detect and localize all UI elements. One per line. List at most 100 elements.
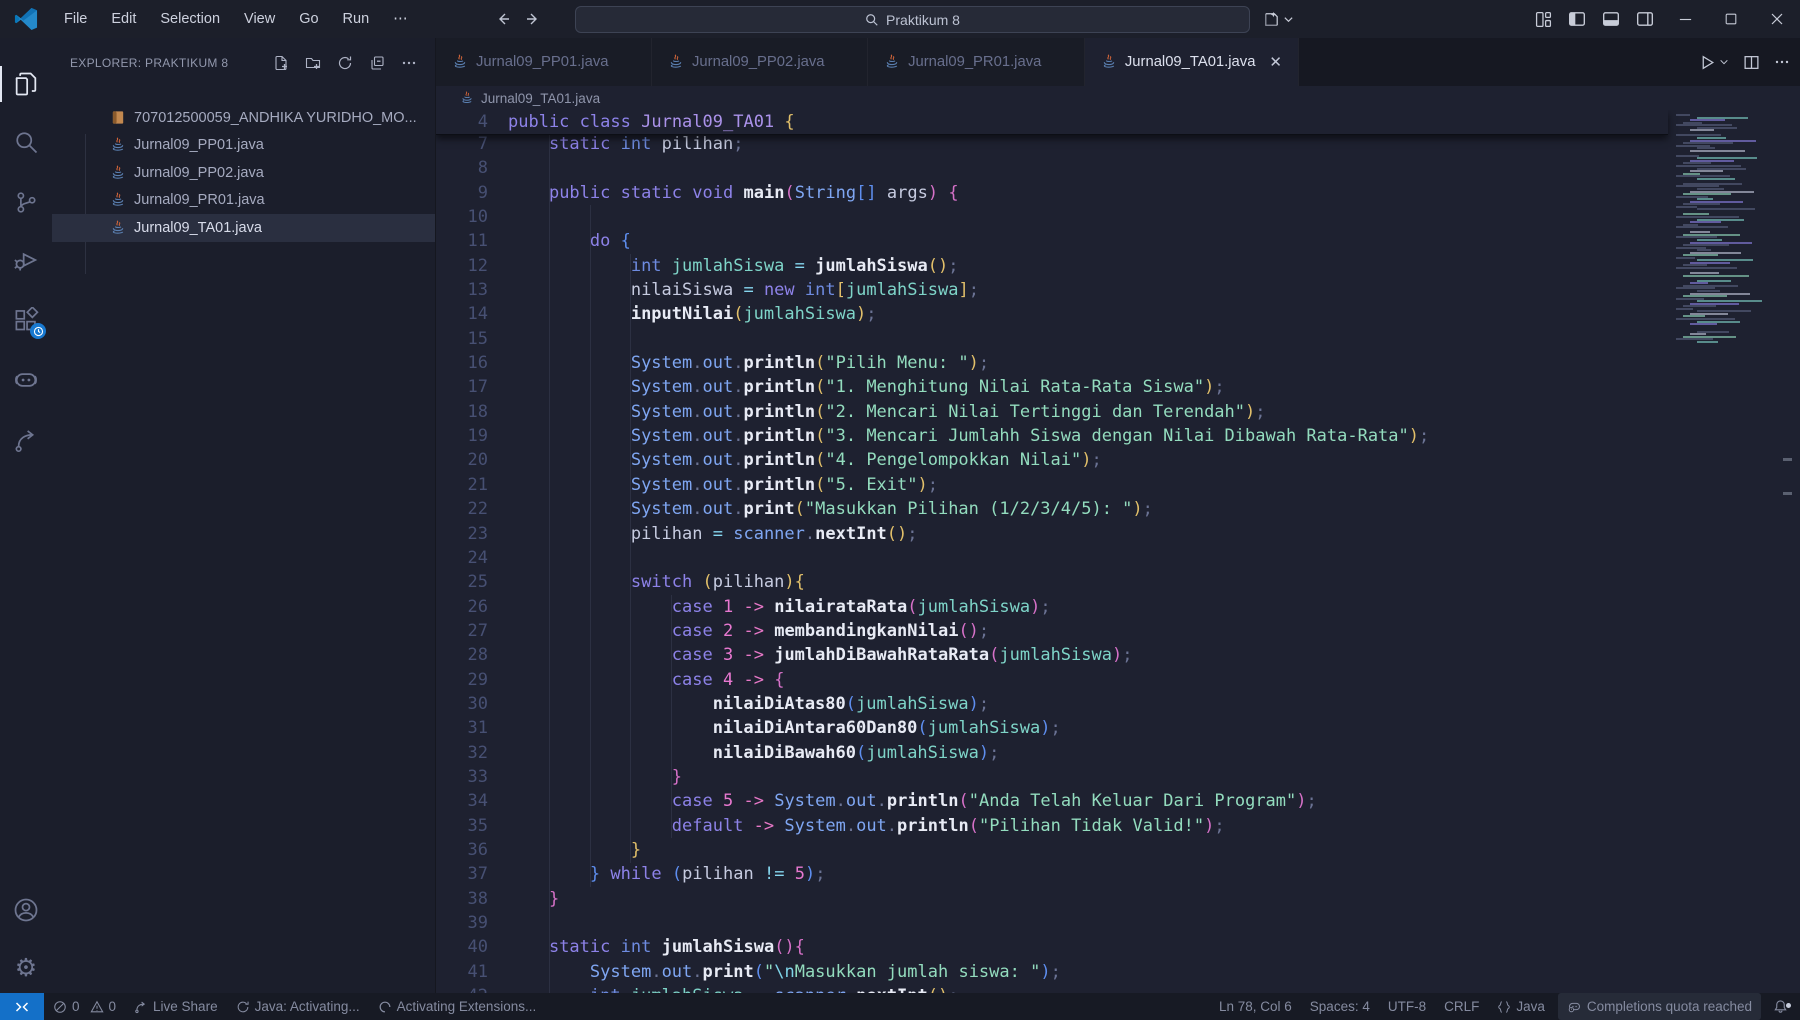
customize-layout-icon[interactable] [1526, 0, 1560, 38]
back-arrow-icon[interactable] [495, 11, 511, 27]
minimize-button[interactable] [1662, 0, 1708, 38]
close-tab-icon[interactable]: ✕ [1269, 53, 1282, 71]
toggle-panel-icon[interactable] [1594, 0, 1628, 38]
overview-ruler[interactable] [1778, 110, 1800, 993]
line-number: 7 [436, 132, 488, 156]
file-row[interactable]: Jurnal09_PP01.java [52, 132, 435, 160]
menu-item[interactable]: ⋯ [381, 7, 420, 31]
settings-gear-icon[interactable]: ⚙ [0, 943, 52, 991]
explorer-title: EXPLORER: PRAKTIKUM 8 [70, 56, 228, 70]
menu-item[interactable]: File [52, 7, 99, 31]
file-row[interactable]: Jurnal09_PP02.java [52, 159, 435, 187]
activity-bar: ⚙ [0, 38, 52, 993]
collapse-folders-icon[interactable] [365, 51, 389, 75]
code-line: 38 } [436, 887, 1800, 911]
forward-arrow-icon[interactable] [525, 11, 541, 27]
line-number: 17 [436, 375, 488, 399]
run-debug-icon[interactable] [0, 236, 52, 284]
editor-more-actions-icon[interactable] [1774, 54, 1790, 70]
editor-tab[interactable]: Jurnal09_PP02.java ✕ [652, 38, 868, 86]
breadcrumb-file: Jurnal09_TA01.java [481, 91, 600, 106]
toggle-primary-sidebar-icon[interactable] [1560, 0, 1594, 38]
loading-spinner-icon [378, 1000, 392, 1014]
java-status[interactable]: Java: Activating... [227, 993, 369, 1020]
java-file-icon [460, 91, 474, 105]
new-file-icon[interactable] [269, 51, 293, 75]
refresh-explorer-icon[interactable] [333, 51, 357, 75]
code-line: 29 case 4 -> { [436, 668, 1800, 692]
editor-area: Jurnal09_PP01.java ✕ Jurnal09_PP02.java … [436, 38, 1800, 993]
line-number: 36 [436, 838, 488, 862]
accounts-icon[interactable] [0, 886, 52, 934]
eol-status[interactable]: CRLF [1435, 993, 1488, 1020]
explorer-icon[interactable] [0, 60, 52, 108]
remote-indicator[interactable] [0, 993, 44, 1020]
problems-status[interactable]: 0 0 [44, 993, 125, 1020]
more-actions-icon[interactable] [397, 51, 421, 75]
menu-item[interactable]: View [232, 7, 287, 31]
cursor-position[interactable]: Ln 78, Col 6 [1210, 993, 1301, 1020]
menu-item[interactable]: Edit [99, 7, 148, 31]
split-editor-icon[interactable] [1743, 54, 1760, 71]
file-row[interactable]: Jurnal09_TA01.java [52, 214, 435, 242]
line-number: 19 [436, 424, 488, 448]
code-line: 11 do { [436, 229, 1800, 253]
extensions-activating-status[interactable]: Activating Extensions... [369, 993, 546, 1020]
live-share-sidebar-icon[interactable] [0, 416, 52, 464]
indentation-status[interactable]: Spaces: 4 [1301, 993, 1379, 1020]
code-line: 32 nilaiDiBawah60(jumlahSiswa); [436, 741, 1800, 765]
error-count: 0 [72, 999, 80, 1014]
file-row[interactable]: Jurnal09_PR01.java [52, 187, 435, 215]
new-folder-icon[interactable] [301, 51, 325, 75]
line-number: 24 [436, 546, 488, 570]
encoding-status[interactable]: UTF-8 [1379, 993, 1435, 1020]
code-line: 9 public static void main(String[] args)… [436, 181, 1800, 205]
minimap[interactable] [1668, 110, 1778, 993]
menu-item[interactable]: Go [287, 7, 330, 31]
search-sidebar-icon[interactable] [0, 118, 52, 166]
menu-item[interactable]: Run [331, 7, 382, 31]
line-number: 42 [436, 984, 488, 993]
code-line: 41 System.out.print("\nMasukkan jumlah s… [436, 960, 1800, 984]
line-number: 26 [436, 595, 488, 619]
maximize-button[interactable] [1708, 0, 1754, 38]
breadcrumb[interactable]: Jurnal09_TA01.java [436, 86, 1800, 110]
code-line: 35 default -> System.out.println("Piliha… [436, 814, 1800, 838]
tab-label: Jurnal09_TA01.java [1125, 54, 1256, 70]
file-row[interactable]: 707012500059_ANDHIKA YURIDHO_MO... [52, 104, 435, 132]
notifications-bell[interactable] [1765, 999, 1800, 1014]
warning-count: 0 [109, 999, 117, 1014]
menu-item[interactable]: Selection [148, 7, 232, 31]
language-mode[interactable]: Java [1488, 993, 1554, 1020]
editor-tab[interactable]: Jurnal09_PP01.java ✕ [436, 38, 652, 86]
line-number: 4 [436, 110, 488, 134]
copilot-menu[interactable] [1262, 0, 1294, 38]
line-number: 18 [436, 400, 488, 424]
tab-label: Jurnal09_PP01.java [476, 54, 608, 70]
extensions-icon[interactable] [0, 296, 52, 344]
code-line: 7 static int pilihan; [436, 132, 1800, 156]
sticky-scroll-line[interactable]: 4 public class Jurnal09_TA01 { [436, 110, 1668, 135]
file-name: Jurnal09_PP01.java [134, 137, 264, 153]
copilot-chat-icon[interactable] [0, 356, 52, 404]
copilot-quota-status[interactable]: Completions quota reached [1558, 993, 1761, 1020]
line-number: 9 [436, 181, 488, 205]
line-number: 10 [436, 205, 488, 229]
editor-tab[interactable]: Jurnal09_TA01.java ✕ [1085, 38, 1299, 86]
editor-tab[interactable]: Jurnal09_PR01.java ✕ [868, 38, 1085, 86]
line-number: 41 [436, 960, 488, 984]
source-control-icon[interactable] [0, 178, 52, 226]
file-name: Jurnal09_TA01.java [134, 220, 262, 236]
file-name: Jurnal09_PR01.java [134, 192, 265, 208]
search-icon [865, 13, 879, 27]
run-java-button[interactable] [1699, 54, 1729, 71]
line-number: 8 [436, 156, 488, 180]
code-editor[interactable]: 7 static int pilihan; 8 9 public static … [436, 110, 1800, 993]
line-number: 39 [436, 911, 488, 935]
live-share-status[interactable]: Live Share [125, 993, 227, 1020]
command-center-search[interactable]: Praktikum 8 [575, 6, 1250, 33]
close-button[interactable] [1754, 0, 1800, 38]
explorer-sidebar: EXPLORER: PRAKTIKUM 8 707012500059_ANDHI… [52, 38, 436, 993]
toggle-secondary-sidebar-icon[interactable] [1628, 0, 1662, 38]
search-text: Praktikum 8 [886, 12, 960, 28]
